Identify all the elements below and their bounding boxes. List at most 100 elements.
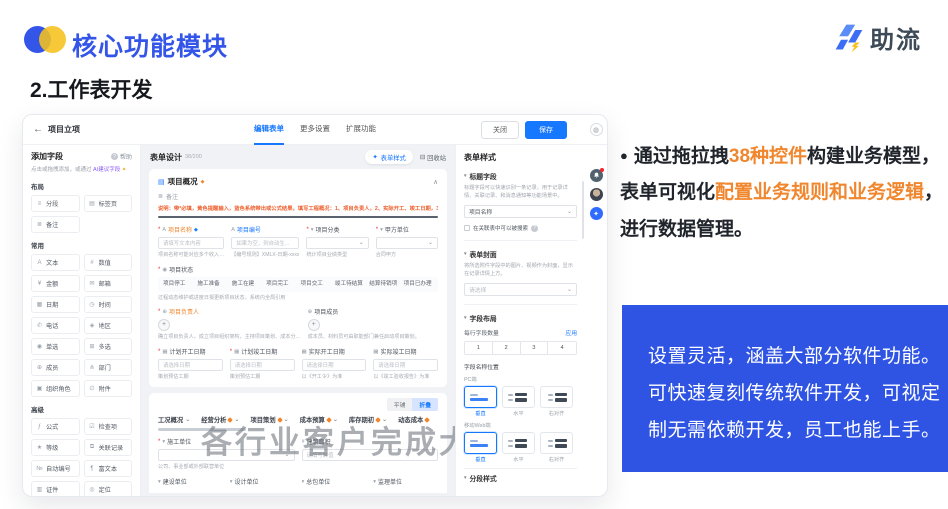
- tab-extensions[interactable]: 扩展功能: [346, 115, 376, 145]
- segment-style-section-header[interactable]: ▾分段样式: [464, 473, 577, 483]
- field-chip[interactable]: ▥证件: [31, 481, 80, 497]
- status-option[interactable]: 项目已办理: [404, 281, 433, 288]
- sub-section-tab[interactable]: 库存期初⌄: [349, 415, 387, 424]
- label-position-option[interactable]: 水平: [502, 386, 535, 417]
- avatar[interactable]: [590, 188, 603, 201]
- close-button[interactable]: 关闭: [481, 121, 519, 139]
- field-chip[interactable]: ★等级: [31, 439, 80, 456]
- title-field-section-header[interactable]: ▾标题字段: [464, 171, 577, 181]
- status-option[interactable]: 项目交工: [301, 281, 330, 288]
- field-chip[interactable]: ⊞多选: [84, 338, 133, 355]
- help-icon: ?: [111, 153, 118, 160]
- label-position-option[interactable]: 垂直: [464, 432, 497, 463]
- label-position-option[interactable]: 右对齐: [540, 432, 573, 463]
- notification-button[interactable]: [590, 169, 603, 182]
- field-chip[interactable]: ◈地区: [84, 317, 133, 334]
- field-chip[interactable]: A文本: [31, 254, 80, 271]
- back-arrow-icon[interactable]: ←: [33, 124, 43, 135]
- field-chip[interactable]: ¶富文本: [84, 460, 133, 477]
- cover-select[interactable]: 请选择⌄: [464, 283, 577, 296]
- field-chip[interactable]: ▦日期: [31, 296, 80, 313]
- member-icon: ⊕: [308, 309, 313, 315]
- cover-section-header[interactable]: ▾表单封面: [464, 249, 577, 259]
- label-position-option[interactable]: 右对齐: [540, 386, 573, 417]
- tab-more-settings[interactable]: 更多设置: [300, 115, 330, 145]
- panel-scrollbar[interactable]: [582, 181, 584, 239]
- recycle-bin-button[interactable]: ⊟回收站: [420, 153, 446, 162]
- field-chip[interactable]: ≡分段: [31, 195, 80, 212]
- field-chip[interactable]: ◉单选: [31, 338, 80, 355]
- searchable-checkbox[interactable]: 在关联表中可以被搜索 ?: [464, 224, 577, 232]
- assistant-button[interactable]: ◍: [590, 123, 603, 136]
- field-chip-label: 富文本: [99, 464, 118, 473]
- collapse-chevron-icon[interactable]: ∧: [433, 178, 438, 186]
- text-input[interactable]: 请选择日期: [302, 359, 367, 371]
- toggle-collapse-option[interactable]: 折叠: [412, 398, 438, 411]
- status-option[interactable]: 项目完工: [266, 281, 295, 288]
- field-chip[interactable]: ⊕成员: [31, 359, 80, 376]
- orange-diamond-icon: [424, 417, 430, 423]
- ai-assistant-button[interactable]: ✦: [590, 207, 603, 220]
- tabs-scrollbar[interactable]: [158, 428, 246, 431]
- status-option[interactable]: 施工在建: [232, 281, 261, 288]
- form-canvas: 表单设计 38/200 ✦表单样式 ⊟回收站 ▤ 项目概况 ◆ ∧ ≣备注 说明…: [141, 145, 455, 497]
- field-chip[interactable]: ∅附件: [84, 380, 133, 397]
- sub-section-tab[interactable]: 经营分析⌄: [201, 415, 239, 424]
- column-count-option[interactable]: 4: [548, 342, 576, 354]
- field-label-text: 项目负责人: [169, 307, 199, 316]
- field-chip[interactable]: ✉邮箱: [84, 275, 133, 292]
- toggle-tile-option[interactable]: 平铺: [387, 398, 413, 411]
- add-member-button[interactable]: +: [308, 319, 320, 331]
- field-chip[interactable]: #数值: [84, 254, 133, 271]
- text-input[interactable]: 如果为空，则自动生...: [231, 237, 299, 249]
- sub-section-tab[interactable]: 成本预算⌄: [300, 415, 338, 424]
- label-position-option[interactable]: 水平: [502, 432, 535, 463]
- label-position-option[interactable]: 垂直: [464, 386, 497, 417]
- status-option[interactable]: 竣工待结算: [335, 281, 364, 288]
- field-chip[interactable]: ƒ公式: [31, 418, 80, 435]
- form-style-button[interactable]: ✦表单样式: [365, 150, 412, 164]
- layout-section-header[interactable]: ▾字段布局: [464, 313, 577, 323]
- column-count-option[interactable]: 2: [493, 342, 521, 354]
- text-input[interactable]: 请选择日期: [158, 359, 223, 371]
- save-button[interactable]: 保存: [525, 121, 567, 139]
- text-input[interactable]: 请选择日期: [230, 359, 295, 371]
- field-chip[interactable]: ✆电话: [31, 317, 80, 334]
- ai-suggest-link[interactable]: AI建议字段: [93, 167, 120, 173]
- field-chip[interactable]: ◷时间: [84, 296, 133, 313]
- field-chip[interactable]: №自动编号: [31, 460, 80, 477]
- column-count-option[interactable]: 1: [465, 342, 493, 354]
- select-control[interactable]: ⌄: [376, 237, 438, 249]
- field-chip[interactable]: ⧉关联记录: [84, 439, 133, 456]
- field-chip[interactable]: ≣备注: [31, 216, 80, 233]
- field-chip[interactable]: ◎定位: [84, 481, 133, 497]
- field-chip-label: 等级: [46, 443, 58, 452]
- sub-section-tab[interactable]: 动态成本: [398, 415, 429, 424]
- column-count-option[interactable]: 3: [521, 342, 549, 354]
- select-control[interactable]: ⌄: [158, 449, 295, 461]
- select-control[interactable]: ⌄: [306, 237, 368, 249]
- title-field-select[interactable]: 项目名称⌄: [464, 205, 577, 218]
- status-option[interactable]: 项目停工: [163, 281, 192, 288]
- text-input[interactable]: 请选择日期: [373, 359, 438, 371]
- help-button[interactable]: ?帮助: [111, 152, 132, 161]
- field-chip[interactable]: ▣组织角色: [31, 380, 80, 397]
- field-chip[interactable]: ▤标签页: [84, 195, 133, 212]
- add-member-button[interactable]: +: [158, 319, 170, 331]
- tab-edit-form[interactable]: 编辑表单: [254, 115, 284, 145]
- select-icon: ▾: [302, 479, 305, 485]
- text-input[interactable]: 请填写文本内容: [158, 237, 224, 249]
- text-input[interactable]: 请填写数值: [302, 449, 439, 461]
- status-option[interactable]: 结算待销项: [369, 281, 398, 288]
- field-chip[interactable]: ¥金额: [31, 275, 80, 292]
- checkbox-icon[interactable]: [464, 225, 470, 231]
- status-option[interactable]: 施工准备: [197, 281, 226, 288]
- sub-section-tab[interactable]: 工况概况⌄: [158, 415, 190, 424]
- number-icon: #: [89, 260, 96, 266]
- required-asterisk: *: [158, 349, 160, 355]
- field-chip[interactable]: ☑检查项: [84, 418, 133, 435]
- field-chip[interactable]: ⋔部门: [84, 359, 133, 376]
- sub-section-tab[interactable]: 项目策划⌄: [250, 415, 288, 424]
- apply-link[interactable]: 应用: [565, 328, 577, 337]
- layout-preview: [540, 386, 573, 408]
